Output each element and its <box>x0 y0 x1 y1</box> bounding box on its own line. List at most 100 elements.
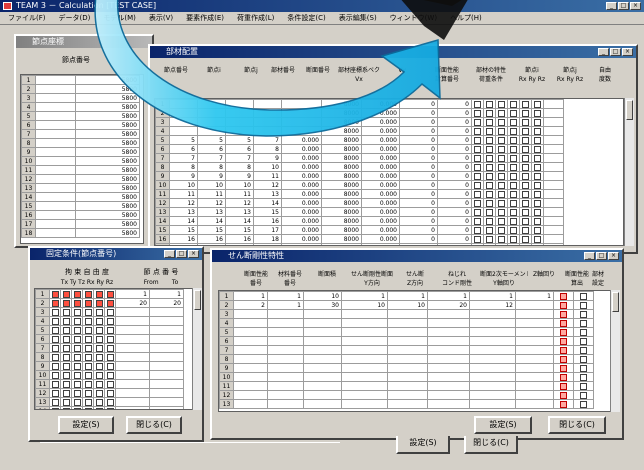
node-value[interactable]: 5800 <box>75 138 140 148</box>
dof-flag-cell[interactable] <box>93 406 105 409</box>
member-cell[interactable]: 5 <box>197 135 226 145</box>
member-cell[interactable]: 0.000 <box>281 243 322 245</box>
section-checkbox[interactable] <box>560 382 567 390</box>
member-cell[interactable]: 13 <box>169 207 198 217</box>
section-cell[interactable] <box>233 399 268 409</box>
section-cell[interactable] <box>303 354 342 364</box>
dof-checkbox[interactable] <box>106 353 114 361</box>
dof-checkbox[interactable] <box>73 407 81 409</box>
section-cell[interactable] <box>267 399 304 409</box>
dof-flag-cell[interactable] <box>82 316 94 326</box>
checkbox[interactable] <box>522 199 529 207</box>
dof-flag-cell[interactable] <box>71 361 83 371</box>
dof-flag-cell[interactable] <box>49 289 61 299</box>
section-cell[interactable] <box>469 336 516 346</box>
section-cell[interactable] <box>387 345 428 355</box>
flag-cell[interactable] <box>471 99 484 109</box>
member-cell[interactable]: 12 <box>253 180 282 190</box>
section-checkbox[interactable] <box>580 355 587 363</box>
member-cell[interactable]: 7 <box>197 153 226 163</box>
dof-checkbox[interactable] <box>106 362 114 370</box>
section-cell[interactable] <box>427 354 470 364</box>
dof-flag-cell[interactable] <box>82 388 94 398</box>
dof-flag-cell[interactable] <box>82 334 94 344</box>
member-cell[interactable]: 8000 <box>321 216 362 226</box>
section-cell[interactable] <box>341 345 388 355</box>
section-check-cell[interactable] <box>553 345 574 355</box>
flag-cell[interactable] <box>495 153 508 163</box>
flag-cell[interactable] <box>531 180 544 190</box>
section-cell[interactable] <box>469 345 516 355</box>
member-cell[interactable]: 0 <box>399 171 438 181</box>
checkbox[interactable] <box>486 235 493 243</box>
member-cell[interactable]: 0.000 <box>361 189 400 199</box>
member-cell[interactable]: 0 <box>437 126 472 136</box>
member-cell[interactable]: 8000 <box>321 189 362 199</box>
dof-flag-cell[interactable] <box>82 325 94 335</box>
member-cell[interactable]: 0 <box>399 135 438 145</box>
menu-item[interactable]: モデル(M) <box>103 13 136 23</box>
dof-checkbox[interactable] <box>62 353 70 361</box>
dof-checkbox[interactable] <box>51 389 59 397</box>
member-cell[interactable]: 0.000 <box>281 207 322 217</box>
menu-item[interactable]: 条件設定(C) <box>287 13 325 23</box>
section-check-cell[interactable] <box>573 318 594 328</box>
dof-checkbox[interactable] <box>73 335 81 343</box>
member-cell[interactable]: 8000 <box>321 243 362 245</box>
member-cell[interactable]: 0.000 <box>281 153 322 163</box>
flag-cell[interactable] <box>471 234 484 244</box>
member-cell[interactable]: 0 <box>399 216 438 226</box>
member-cell[interactable]: 0 <box>399 225 438 235</box>
checkbox[interactable] <box>498 163 505 171</box>
node-cell[interactable] <box>35 147 76 157</box>
members-minimize-button[interactable]: _ <box>598 48 609 56</box>
member-cell[interactable] <box>197 108 226 118</box>
checkbox[interactable] <box>498 154 505 162</box>
member-cell[interactable]: 8000 <box>321 126 362 136</box>
flag-cell[interactable] <box>519 216 532 226</box>
checkbox[interactable] <box>510 244 517 245</box>
checkbox[interactable] <box>510 199 517 207</box>
dof-cell[interactable] <box>543 207 564 217</box>
flag-cell[interactable] <box>519 135 532 145</box>
member-cell[interactable]: 7 <box>225 153 254 163</box>
checkbox[interactable] <box>486 136 493 144</box>
to-cell[interactable] <box>149 334 184 344</box>
dof-checkbox[interactable] <box>73 398 81 406</box>
checkbox[interactable] <box>534 154 541 162</box>
support-close-button[interactable]: × <box>188 250 199 258</box>
flag-cell[interactable] <box>495 189 508 199</box>
section-check-cell[interactable] <box>553 291 574 301</box>
dof-checkbox[interactable] <box>51 362 59 370</box>
dof-checkbox[interactable] <box>62 407 70 409</box>
dof-checkbox[interactable] <box>51 299 59 307</box>
member-cell[interactable]: 0 <box>399 153 438 163</box>
flag-cell[interactable] <box>519 162 532 172</box>
member-cell[interactable]: 8 <box>197 162 226 172</box>
member-cell[interactable]: 0.000 <box>361 99 400 109</box>
dof-flag-cell[interactable] <box>104 370 116 380</box>
dof-flag-cell[interactable] <box>82 307 94 317</box>
flag-cell[interactable] <box>519 117 532 127</box>
checkbox[interactable] <box>498 226 505 234</box>
dof-checkbox[interactable] <box>62 398 70 406</box>
dof-checkbox[interactable] <box>84 326 92 334</box>
section-cell[interactable] <box>267 372 304 382</box>
to-cell[interactable]: 20 <box>149 298 184 308</box>
member-cell[interactable] <box>253 117 282 127</box>
from-cell[interactable] <box>115 307 150 317</box>
member-cell[interactable]: 9 <box>169 171 198 181</box>
flag-cell[interactable] <box>471 108 484 118</box>
dof-checkbox[interactable] <box>84 398 92 406</box>
checkbox[interactable] <box>522 163 529 171</box>
node-cell[interactable] <box>35 183 76 193</box>
dof-flag-cell[interactable] <box>82 361 94 371</box>
to-cell[interactable] <box>149 370 184 380</box>
member-cell[interactable]: 0.000 <box>361 135 400 145</box>
node-cell[interactable] <box>35 120 76 130</box>
checkbox[interactable] <box>498 181 505 189</box>
support-maximize-button[interactable]: □ <box>176 250 187 258</box>
dof-flag-cell[interactable] <box>82 343 94 353</box>
node-value[interactable]: 5800 <box>75 120 140 130</box>
dof-flag-cell[interactable] <box>60 352 72 362</box>
